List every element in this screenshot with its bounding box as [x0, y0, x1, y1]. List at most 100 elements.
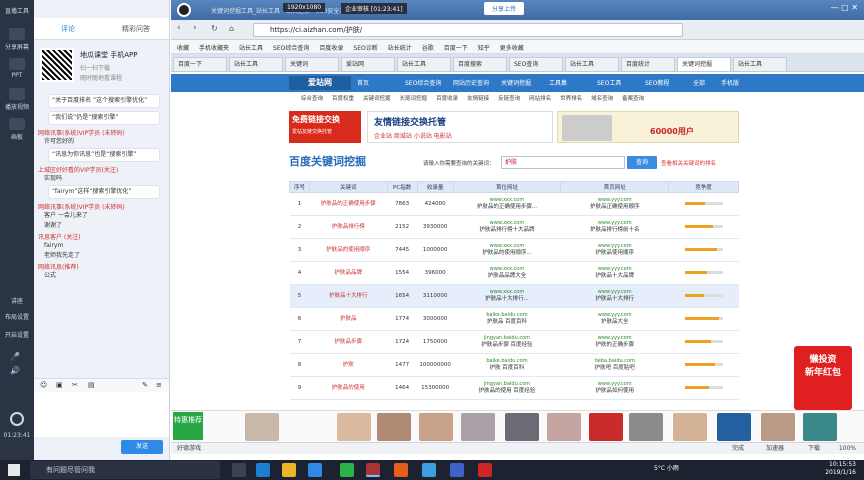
- subnav-item[interactable]: 百度收录: [436, 96, 458, 102]
- browser-tab[interactable]: 站长工具: [733, 57, 787, 71]
- qq-icon[interactable]: [450, 463, 464, 477]
- ad-link-hosting[interactable]: 友情链接交换托管 企业站 商城站 小说站 电影站: [367, 111, 553, 143]
- first-url-link[interactable]: www.xxx.com: [453, 266, 561, 273]
- first-url-link[interactable]: www.xxx.com: [453, 220, 561, 227]
- site-nav-item[interactable]: 网站历史查询: [453, 78, 489, 87]
- bookmark-item[interactable]: 知乎: [478, 43, 490, 52]
- back-icon[interactable]: ‹: [177, 23, 181, 33]
- row-keyword[interactable]: 护肤品十大排行: [309, 284, 388, 308]
- home-url-link[interactable]: www.yyy.com: [561, 243, 669, 250]
- taskbar-clock[interactable]: 10:15:53 2019/1/16: [825, 461, 856, 477]
- table-row[interactable]: 3 护肤品的使用顺序 7445 1000000 www.xxx.com 护肤品的使用顺序.…: [289, 238, 739, 262]
- bookmark-item[interactable]: 站长统计: [388, 43, 412, 52]
- share-screen-icon[interactable]: [9, 28, 25, 40]
- home-url-link[interactable]: www.yyy.com: [561, 197, 669, 204]
- browser-tab[interactable]: 站长工具: [229, 57, 283, 71]
- speaker-icon[interactable]: 🔊: [10, 366, 20, 375]
- ad-thumb[interactable]: [589, 413, 623, 441]
- first-url-link[interactable]: baike.baidu.com: [453, 312, 561, 319]
- ppt-icon[interactable]: [9, 58, 25, 70]
- lecture-label[interactable]: 讲座: [0, 296, 34, 305]
- site-nav-item[interactable]: 关键词挖掘: [501, 78, 531, 87]
- window-controls[interactable]: — ▢ ✕: [831, 3, 858, 12]
- browser-tab[interactable]: 爱站网: [341, 57, 395, 71]
- settings-label[interactable]: 开启设置: [0, 330, 34, 339]
- history-icon[interactable]: ≡: [156, 381, 162, 389]
- zoom-level[interactable]: 100%: [839, 443, 856, 454]
- ad-thumb[interactable]: [629, 413, 663, 441]
- browser-tab[interactable]: SEO查询: [509, 57, 563, 71]
- home-url-link[interactable]: tieba.baidu.com: [561, 358, 669, 365]
- taskbar-search[interactable]: 有问题尽管问我: [30, 461, 220, 479]
- site-nav-item[interactable]: 全部: [693, 78, 705, 87]
- subnav-item[interactable]: 备案查询: [622, 96, 644, 102]
- table-row[interactable]: 1 护肤品的正确使用步骤 7863 424000 www.xxx.com 护肤品的正确使用…: [289, 192, 739, 216]
- subnav-item[interactable]: 长尾词挖掘: [400, 96, 428, 102]
- ad-thumb[interactable]: [419, 413, 453, 441]
- ad-thumb[interactable]: [505, 413, 539, 441]
- ad-thumb[interactable]: [803, 413, 837, 441]
- site-nav-item[interactable]: SEO工具: [597, 78, 621, 87]
- keyword-input[interactable]: 护肤: [501, 156, 625, 169]
- bookmark-item[interactable]: 站长工具: [239, 43, 263, 52]
- query-button[interactable]: 查询: [627, 156, 657, 169]
- bookmark-item[interactable]: SEO诊断: [353, 43, 377, 52]
- status-item[interactable]: 下载: [808, 443, 820, 454]
- ppt-label[interactable]: PPT: [0, 72, 34, 79]
- bookmark-item[interactable]: 百度收录: [319, 43, 343, 52]
- live-app-icon[interactable]: [366, 463, 380, 477]
- status-left[interactable]: 好德游戏: [177, 445, 201, 452]
- ad-thumb[interactable]: [761, 413, 795, 441]
- table-row[interactable]: 7 护肤品步骤 1724 1750000 jingyan.baidu.com 护肤品步骤 …: [289, 330, 739, 354]
- share-screen-label[interactable]: 分享屏幕: [0, 42, 34, 51]
- ad-thumb[interactable]: [461, 413, 495, 441]
- file-icon[interactable]: ▤: [88, 381, 95, 389]
- browser-tab[interactable]: 关键词: [285, 57, 339, 71]
- site-nav-item[interactable]: SEO综合查询: [405, 78, 441, 87]
- browser-tab[interactable]: 站长工具: [397, 57, 451, 71]
- mic-icon[interactable]: 🎤: [10, 352, 20, 361]
- explorer-icon[interactable]: [282, 463, 296, 477]
- subnav-item[interactable]: 网站排名: [529, 96, 551, 102]
- browser-tab[interactable]: 关键词挖掘: [677, 57, 731, 71]
- row-keyword[interactable]: 护肤品的使用: [309, 376, 388, 400]
- app-icon[interactable]: [422, 463, 436, 477]
- browser360-icon[interactable]: [340, 463, 354, 477]
- bookmark-item[interactable]: SEO综合查询: [273, 43, 309, 52]
- task-view-icon[interactable]: [232, 463, 246, 477]
- edge-icon[interactable]: [256, 463, 270, 477]
- site-nav-item[interactable]: 手机版: [721, 78, 739, 87]
- home-url-link[interactable]: www.yyy.com: [561, 220, 669, 227]
- browser-tab[interactable]: 站长工具: [565, 57, 619, 71]
- table-row[interactable]: 6 护肤品 1774 3000000 baike.baidu.com 护肤品 百度百科 ww…: [289, 307, 739, 331]
- row-keyword[interactable]: 护肤: [309, 353, 388, 377]
- bookmark-item[interactable]: 百度一下: [444, 43, 468, 52]
- first-url-link[interactable]: www.xxx.com: [453, 289, 561, 296]
- first-url-link[interactable]: jingyan.baidu.com: [453, 381, 561, 388]
- home-url-link[interactable]: www.yyy.com: [561, 266, 669, 273]
- home-url-link[interactable]: www.yyy.com: [561, 381, 669, 388]
- windows-start-icon[interactable]: [8, 464, 20, 476]
- whiteboard-icon[interactable]: [9, 118, 25, 130]
- firefox-icon[interactable]: [394, 463, 408, 477]
- ad-thumb[interactable]: [717, 413, 751, 441]
- ad-thumb[interactable]: [547, 413, 581, 441]
- first-url-link[interactable]: jingyan.baidu.com: [453, 335, 561, 342]
- subnav-item[interactable]: 关键词挖掘: [363, 96, 391, 102]
- weather[interactable]: 5°C 小雨: [654, 463, 694, 472]
- video-icon[interactable]: [9, 88, 25, 100]
- browser-tab[interactable]: 百度搜索: [453, 57, 507, 71]
- home-icon[interactable]: ⌂: [229, 24, 234, 33]
- site-nav-item[interactable]: 首页: [357, 78, 369, 87]
- subnav-item[interactable]: 域名查询: [591, 96, 613, 102]
- promo-green-box[interactable]: 特惠推荐: [173, 412, 203, 440]
- tab-qa[interactable]: 精彩问答: [102, 24, 169, 34]
- row-keyword[interactable]: 护肤品的正确使用步骤: [309, 192, 388, 216]
- whiteboard-label[interactable]: 画板: [0, 132, 34, 141]
- row-keyword[interactable]: 护肤品: [309, 307, 388, 331]
- ad-banner-users[interactable]: 60000用户: [557, 111, 739, 143]
- refresh-icon[interactable]: ↻: [211, 24, 218, 33]
- row-keyword[interactable]: 护肤品步骤: [309, 330, 388, 354]
- table-row[interactable]: 8 护肤 1477 100000000 baike.baidu.com 护肤 百度百科 ti…: [289, 353, 739, 377]
- scissors-icon[interactable]: ✂: [72, 381, 78, 389]
